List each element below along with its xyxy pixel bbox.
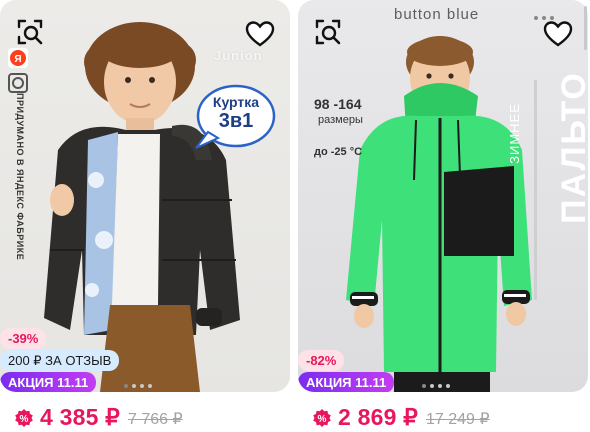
heart-icon [543,21,573,47]
sizes-label: размеры [318,114,363,126]
vertical-small-text: ЗИМНЕЕ [506,103,522,164]
brand-label: button blue [394,6,480,23]
photo-pagination [422,384,450,388]
current-price: 4 385 ₽ [40,404,120,430]
old-price: 7 766 ₽ [127,411,183,428]
bubble-text-line2: 3в1 [218,110,254,132]
more-indicator [534,16,554,20]
product-card[interactable]: button blue 98 -164 размеры до -25 °С ЗИ… [298,0,588,432]
product-card[interactable]: Я ПРИДУМАНО В ЯНДЕКС ФАБРИКЕ Junion Курт… [0,0,290,432]
review-bonus-badge: 200 ₽ ЗА ОТЗЫВ [0,350,120,371]
bubble-text-line1: Куртка [212,94,260,110]
price-row: % 2 869 ₽ 17 249 ₽ [312,404,490,431]
svg-text:%: % [20,414,29,425]
yandex-factory-vertical-text: ПРИДУМАНО В ЯНДЕКС ФАБРИКЕ [15,93,25,261]
promo-badge[interactable]: АКЦИЯ 11.11 [298,372,395,392]
price-row: % 4 385 ₽ 7 766 ₽ [14,404,183,431]
heart-icon [245,21,275,47]
favorite-button[interactable] [244,18,276,50]
image-search-icon [315,19,341,45]
image-search-button[interactable] [312,16,344,48]
svg-text:Я: Я [14,54,21,65]
brand-label: Junion [214,48,263,63]
discount-badge-icon: % [313,408,331,427]
old-price: 17 249 ₽ [425,411,490,428]
favorite-button[interactable] [542,18,574,50]
product-photo[interactable]: Я ПРИДУМАНО В ЯНДЕКС ФАБРИКЕ Junion Курт… [0,0,290,392]
product-image-boy-coat [346,36,537,392]
scrollbar[interactable] [584,6,587,50]
temperature-text: до -25 °С [314,146,363,158]
discount-badge: -39% [0,328,47,349]
svg-text:%: % [318,414,327,425]
product-photo[interactable]: button blue 98 -164 размеры до -25 °С ЗИ… [298,0,588,392]
discount-badge: -82% [298,350,345,371]
image-search-button[interactable] [14,16,46,48]
current-price: 2 869 ₽ [338,404,418,430]
vertical-big-text: ПАЛЬТО [554,71,588,224]
promo-badge[interactable]: АКЦИЯ 11.11 [0,372,97,392]
discount-badge-icon: % [15,408,33,427]
sizes-text: 98 -164 [314,96,362,112]
image-search-icon [17,19,43,45]
photo-pagination [124,384,152,388]
